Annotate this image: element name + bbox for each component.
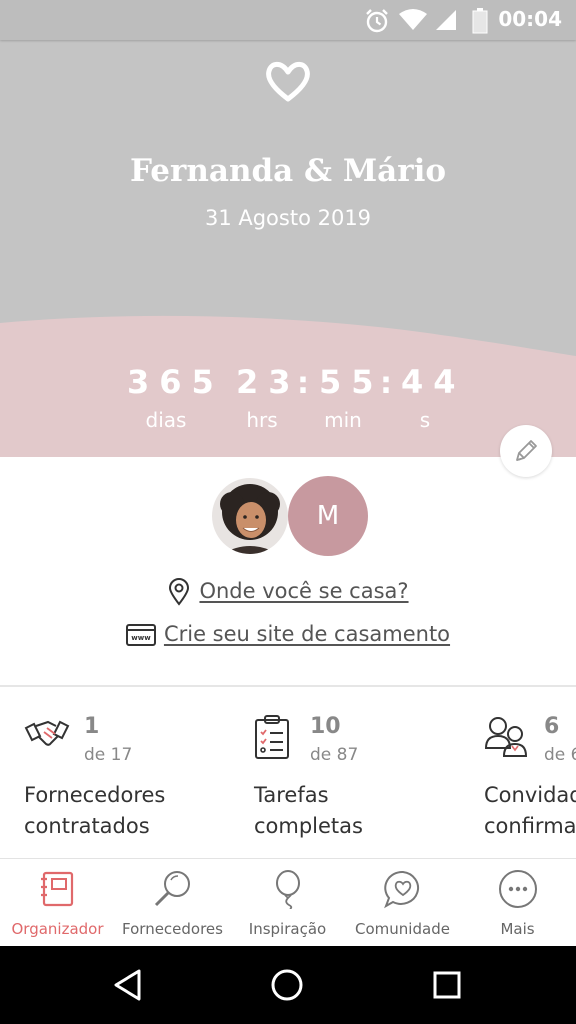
recents-icon[interactable]	[432, 970, 462, 1000]
planner-icon	[41, 871, 74, 907]
couple-names: Fernanda & Mário	[129, 153, 447, 189]
nav-label: Organizador	[11, 920, 104, 938]
stat-tasks[interactable]: 10 de 87 Tarefas completas	[254, 714, 474, 844]
bottom-nav: Organizador Fornecedores Inspiração Comu…	[0, 858, 576, 947]
alarm-icon	[366, 9, 388, 33]
countdown-separator: :	[297, 366, 309, 401]
countdown-hours-label: hrs	[246, 408, 278, 432]
edit-button[interactable]	[500, 425, 552, 477]
nav-label: Inspiração	[248, 920, 327, 938]
wedding-date: 31 Agosto 2019	[204, 206, 372, 230]
section-divider	[0, 685, 576, 687]
countdown-days: 365	[127, 363, 224, 401]
wifi-icon	[399, 9, 427, 30]
handshake-icon	[24, 720, 70, 746]
nav-label: Mais	[500, 920, 535, 938]
balloon-icon	[276, 870, 300, 909]
nav-label: Fornecedores	[122, 920, 223, 938]
stat-count: 10	[310, 714, 341, 739]
pencil-icon	[516, 440, 537, 461]
countdown-separator: :	[380, 366, 392, 401]
clipboard-icon	[255, 715, 289, 759]
stat-total: de 6	[544, 745, 576, 765]
groom-avatar[interactable]: M	[288, 476, 368, 556]
bride-avatar[interactable]	[210, 476, 290, 556]
website-link[interactable]: Crie seu site de casamento	[164, 622, 450, 646]
nav-mais[interactable]: Mais	[460, 859, 575, 947]
heart-icon	[266, 61, 310, 102]
countdown-days-label: dias	[145, 408, 187, 432]
countdown-hours: 23	[236, 363, 301, 401]
svg-text:www: www	[131, 634, 151, 642]
battery-icon	[472, 8, 488, 34]
nav-inspiracao[interactable]: Inspiração	[230, 859, 345, 947]
nav-fornecedores[interactable]: Fornecedores	[115, 859, 230, 947]
nav-organizador[interactable]: Organizador	[0, 859, 115, 947]
stat-total: de 87	[310, 745, 359, 765]
location-link-row[interactable]: Onde você se casa?	[0, 578, 576, 606]
nav-label: Comunidade	[355, 920, 450, 938]
website-link-row[interactable]: www Crie seu site de casamento	[0, 622, 576, 647]
nav-comunidade[interactable]: Comunidade	[345, 859, 460, 947]
countdown-minutes-label: min	[324, 408, 362, 432]
stat-label: Fornecedores contratados	[24, 783, 166, 838]
home-icon[interactable]	[270, 968, 304, 1002]
hero-banner: Fernanda & Mário 31 Agosto 2019 365 23 :…	[0, 40, 576, 457]
stat-count: 6	[544, 714, 560, 739]
location-link[interactable]: Onde você se casa?	[199, 579, 408, 603]
stat-guests[interactable]: 6 de 6 Convidadosconfirmados	[484, 714, 576, 844]
guests-icon	[484, 717, 528, 757]
location-pin-icon	[169, 578, 190, 606]
chat-heart-icon	[384, 870, 419, 909]
countdown-seconds: 44	[401, 363, 466, 401]
stat-vendors[interactable]: 1 de 17 Fornecedores contratados	[24, 714, 244, 844]
stat-total: de 17	[84, 745, 133, 765]
magnifier-icon	[154, 871, 190, 907]
signal-icon	[436, 10, 456, 30]
website-icon: www	[125, 624, 156, 646]
status-time: 00:04	[498, 7, 562, 31]
countdown-minutes: 55	[319, 363, 384, 401]
status-bar: 00:04	[0, 0, 576, 40]
stat-count: 1	[84, 714, 100, 739]
stat-label: Convidadosconfirmados	[484, 783, 576, 838]
stat-label: Tarefas completas	[254, 783, 363, 838]
countdown-seconds-label: s	[419, 408, 431, 432]
system-nav-bar	[0, 946, 576, 1024]
more-icon	[499, 870, 537, 908]
bride-photo	[212, 478, 288, 554]
back-icon[interactable]	[112, 968, 144, 1002]
